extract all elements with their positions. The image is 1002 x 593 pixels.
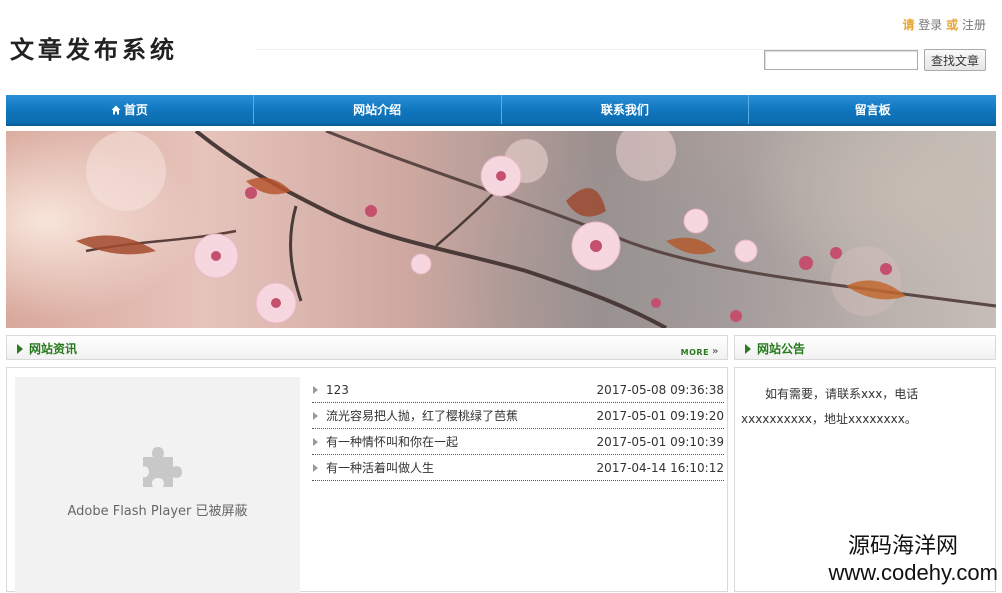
notice-section-header: 网站公告: [734, 335, 996, 360]
more-link[interactable]: MORE »: [680, 346, 719, 357]
bullet-icon: [313, 437, 318, 446]
news-item-time: 2017-05-08 09:36:38: [596, 382, 724, 397]
news-section-header: 网站资讯 MORE »: [6, 335, 728, 360]
list-item[interactable]: 流光容易把人抛，红了樱桃绿了芭蕉 2017-05-01 09:19:20: [312, 403, 724, 429]
news-list: 123 2017-05-08 09:36:38 流光容易把人抛，红了樱桃绿了芭蕉…: [312, 377, 724, 481]
notice-section-title-label: 网站公告: [757, 342, 806, 356]
blossom-branch-illustration: [76, 131, 996, 328]
bullet-icon: [313, 385, 318, 394]
bullet-icon: [313, 411, 318, 420]
main-nav: 首页 网站介绍 联系我们 留言板: [6, 95, 996, 126]
news-item-title: 123: [326, 382, 349, 397]
site-logo[interactable]: 文章发布系统: [10, 30, 178, 65]
search-area: 查找文章: [763, 49, 986, 71]
puzzle-plugin-icon: [143, 447, 182, 487]
nav-item-about[interactable]: 网站介绍: [254, 95, 502, 124]
news-content-box: Adobe Flash Player 已被屏蔽 123 2017-05-08 0…: [6, 367, 728, 593]
nav-item-about-label: 网站介绍: [353, 103, 402, 117]
search-button[interactable]: 查找文章: [923, 49, 986, 71]
auth-or: 或: [946, 18, 959, 32]
home-icon: [111, 105, 121, 115]
news-section-title: 网站资讯: [17, 340, 77, 357]
flash-blocked-text: Adobe Flash Player 已被屏蔽: [67, 504, 248, 519]
auth-links: 请 登录 或 注册: [902, 16, 986, 33]
double-chevron-icon: »: [712, 346, 719, 357]
nav-item-home-label: 首页: [123, 103, 148, 117]
news-item-time: 2017-05-01 09:10:39: [596, 434, 724, 449]
list-item[interactable]: 有一种活着叫做人生 2017-04-14 16:10:12: [312, 455, 724, 481]
flash-placeholder[interactable]: Adobe Flash Player 已被屏蔽: [15, 377, 300, 593]
notice-content-box: 如有需要，请联系xxx，电话xxxxxxxxxx，地址xxxxxxxx。: [734, 367, 996, 592]
list-item[interactable]: 123 2017-05-08 09:36:38: [312, 377, 724, 403]
news-item-title: 流光容易把人抛，红了樱桃绿了芭蕉: [326, 409, 519, 423]
notice-text: 如有需要，请联系xxx，电话xxxxxxxxxx，地址xxxxxxxx。: [741, 387, 919, 426]
search-input[interactable]: [763, 50, 918, 70]
news-item-title: 有一种活着叫做人生: [326, 461, 435, 475]
list-item[interactable]: 有一种情怀叫和你在一起 2017-05-01 09:10:39: [312, 429, 724, 455]
nav-item-guestbook[interactable]: 留言板: [749, 95, 996, 124]
section-arrow-icon: [745, 343, 751, 354]
auth-prefix: 请: [902, 18, 915, 32]
login-link[interactable]: 登录: [918, 18, 942, 32]
nav-item-contact-label: 联系我们: [600, 103, 649, 117]
news-item-time: 2017-05-01 09:19:20: [596, 408, 724, 423]
section-arrow-icon: [17, 343, 23, 354]
news-item-title: 有一种情怀叫和你在一起: [326, 435, 459, 449]
news-item-time: 2017-04-14 16:10:12: [596, 460, 724, 475]
nav-item-home[interactable]: 首页: [6, 95, 254, 124]
register-link[interactable]: 注册: [962, 18, 986, 32]
bullet-icon: [313, 463, 318, 472]
banner-image: [6, 131, 996, 328]
more-link-label: MORE: [680, 347, 710, 357]
nav-item-contact[interactable]: 联系我们: [502, 95, 750, 124]
nav-item-guestbook-label: 留言板: [854, 103, 891, 117]
notice-section-title: 网站公告: [745, 340, 805, 357]
news-section-title-label: 网站资讯: [29, 342, 78, 356]
